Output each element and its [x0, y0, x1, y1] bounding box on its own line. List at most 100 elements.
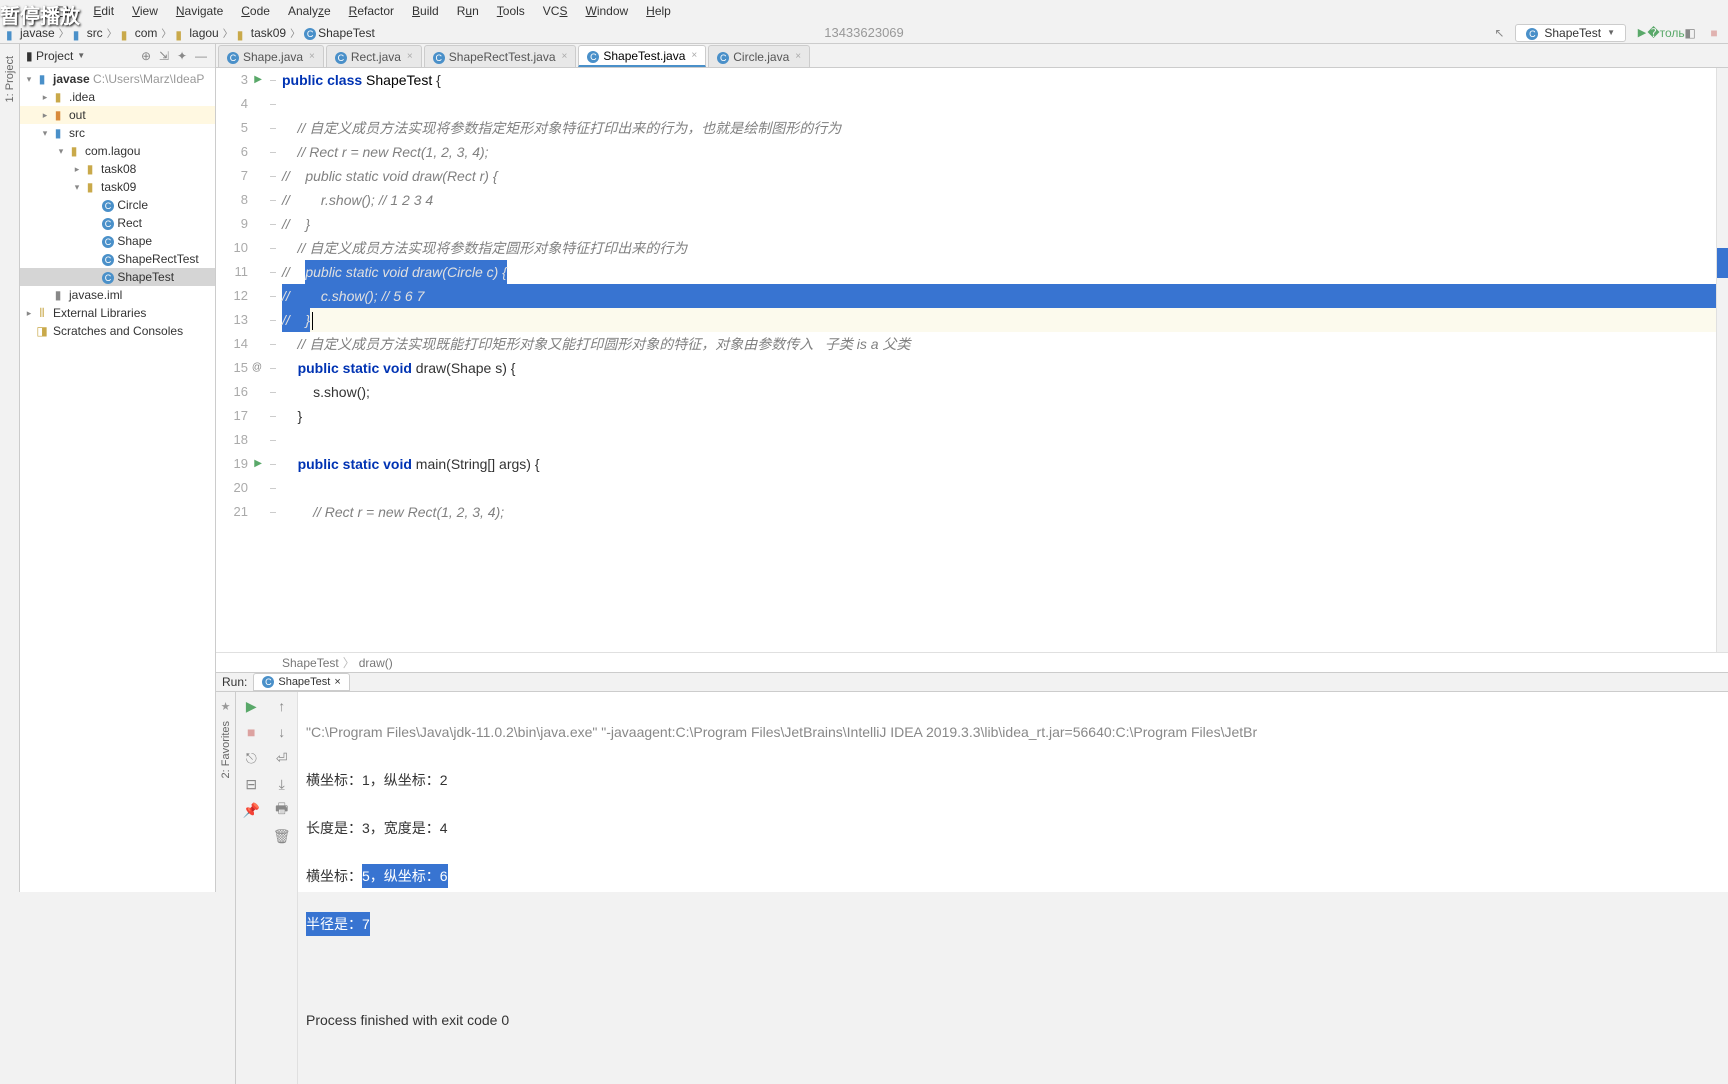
clear-icon[interactable]: 🗑 [272, 826, 292, 846]
tree-folder-idea[interactable]: ▸▮.idea [20, 88, 215, 106]
tree-root[interactable]: ▾▮ javase C:\Users\Marz\IdeaP [20, 70, 215, 88]
menu-navigate[interactable]: Navigate [168, 2, 231, 20]
close-icon[interactable]: × [334, 676, 340, 688]
editor-area: Shape.java× Rect.java× ShapeRectTest.jav… [216, 44, 1728, 672]
menu-help[interactable]: Help [638, 2, 679, 20]
close-icon[interactable]: × [309, 51, 315, 62]
tree-package[interactable]: ▾▮com.lagou [20, 142, 215, 160]
chevron-down-icon: ▼ [77, 51, 85, 60]
close-icon[interactable]: × [562, 51, 568, 62]
fold-column[interactable] [266, 68, 278, 652]
class-icon [227, 50, 239, 64]
collapse-all-icon[interactable]: ⇲ [159, 49, 173, 63]
tree-class-shaperecttest[interactable]: ShapeRectTest [20, 250, 215, 268]
project-view-selector[interactable]: ▮ Project [26, 49, 73, 63]
run-session-tab[interactable]: ShapeTest × [253, 673, 349, 691]
dump-threads-icon[interactable]: ⎋ [241, 748, 261, 768]
run-class-gutter-icon[interactable]: ▶ [254, 68, 262, 92]
menu-view[interactable]: View [124, 2, 166, 20]
navigation-bar: ▮ javase〉 ▮ src〉 ▮ com〉 ▮ lagou〉 ▮ task0… [0, 22, 1728, 44]
scroll-end-icon[interactable]: ⤓ [272, 774, 292, 794]
tree-folder-src[interactable]: ▾▮src [20, 124, 215, 142]
crumb-item[interactable]: ShapeTest [282, 656, 339, 670]
stop-button[interactable]: ■ [241, 722, 261, 742]
tree-scratches[interactable]: ◨Scratches and Consoles [20, 322, 215, 340]
run-tab-bar: Run: ShapeTest × [216, 673, 1728, 692]
editor-breadcrumb: ShapeTest 〉 draw() [216, 652, 1728, 672]
debug-button[interactable]: �толь [1658, 25, 1674, 41]
console-line: 横坐标：1，纵坐标：2 [306, 768, 1720, 792]
crumb-item[interactable]: draw() [359, 656, 393, 670]
select-opened-file-icon[interactable]: ⊕ [141, 49, 155, 63]
toolbar-right: ↖ ShapeTest ▼ ▶ �толь ◧ ■ [1491, 24, 1722, 42]
down-icon[interactable]: ↓ [272, 722, 292, 742]
menu-analyze[interactable]: Analyze [280, 2, 339, 20]
main-menu-bar: File Edit View Navigate Code Analyze Ref… [0, 0, 1728, 22]
menu-edit[interactable]: Edit [85, 2, 122, 20]
editor-gutter[interactable]: 3▶ 4 5 6 7 8 9 10 11 12 13 14 15@ 16 17 … [216, 68, 266, 652]
overlay-watermark: 暂停播放 [0, 0, 80, 29]
editor-tab-active[interactable]: ShapeTest.java× [578, 45, 706, 67]
code-editor[interactable]: public class ShapeTest { // 自定义成员方法实现将参数… [278, 68, 1716, 652]
menu-vcs[interactable]: VCS [535, 2, 576, 20]
back-icon[interactable]: ↖ [1491, 25, 1507, 41]
tree-class-shapetest[interactable]: ShapeTest [20, 268, 215, 286]
override-gutter-icon[interactable]: @ [252, 356, 262, 380]
hide-icon[interactable]: — [195, 49, 209, 63]
settings-icon[interactable]: ✦ [177, 49, 191, 63]
coverage-button[interactable]: ◧ [1682, 25, 1698, 41]
class-icon [304, 26, 316, 40]
editor-tab[interactable]: Shape.java× [218, 45, 324, 67]
breadcrumb-item[interactable]: lagou [189, 26, 218, 40]
breadcrumb-item[interactable]: src [87, 26, 103, 40]
breadcrumb-item[interactable]: com [135, 26, 158, 40]
tree-class-shape[interactable]: Shape [20, 232, 215, 250]
editor-tab[interactable]: Rect.java× [326, 45, 422, 67]
print-icon[interactable]: 🖶 [272, 800, 292, 820]
console-line: 横坐标：5，纵坐标：6 [306, 864, 1720, 888]
tree-folder-out[interactable]: ▸▮out [20, 106, 215, 124]
menu-build[interactable]: Build [404, 2, 447, 20]
favorites-label[interactable]: 2: Favorites [220, 721, 232, 778]
menu-tools[interactable]: Tools [489, 2, 533, 20]
run-configuration-selector[interactable]: ShapeTest ▼ [1515, 24, 1626, 42]
rerun-button[interactable]: ▶ [241, 696, 261, 716]
run-label: Run: [222, 675, 247, 689]
run-config-name: ShapeTest [1544, 26, 1601, 40]
favorites-tool-button[interactable]: ★ [221, 700, 231, 713]
up-icon[interactable]: ↑ [272, 696, 292, 716]
menu-run[interactable]: Run [449, 2, 487, 20]
console-output[interactable]: "C:\Program Files\Java\jdk-11.0.2\bin\ja… [298, 692, 1728, 1084]
editor-tab[interactable]: Circle.java× [708, 45, 810, 67]
tree-external-libraries[interactable]: ▸⫴External Libraries [20, 304, 215, 322]
tree-iml-file[interactable]: ▮javase.iml [20, 286, 215, 304]
editor-tab[interactable]: ShapeRectTest.java× [424, 45, 577, 67]
tree-class-rect[interactable]: Rect [20, 214, 215, 232]
project-tool-window: ▮ Project ▼ ⊕ ⇲ ✦ — ▾▮ javase C:\Users\M… [20, 44, 216, 892]
left-tool-stripe-bottom: ★ 2: Favorites [216, 692, 236, 1084]
tree-folder-task09[interactable]: ▾▮task09 [20, 178, 215, 196]
editor-body[interactable]: 3▶ 4 5 6 7 8 9 10 11 12 13 14 15@ 16 17 … [216, 68, 1728, 652]
folder-icon: ▮ [237, 28, 249, 38]
menu-refactor[interactable]: Refactor [341, 2, 402, 20]
stop-button[interactable]: ■ [1706, 25, 1722, 41]
breadcrumb-item[interactable]: task09 [251, 26, 286, 40]
close-icon[interactable]: × [407, 51, 413, 62]
soft-wrap-icon[interactable]: ⏎ [272, 748, 292, 768]
project-tool-button[interactable]: 1: Project [4, 52, 16, 106]
menu-window[interactable]: Window [577, 2, 636, 20]
tree-class-circle[interactable]: Circle [20, 196, 215, 214]
chevron-down-icon: ▼ [1607, 28, 1615, 37]
run-method-gutter-icon[interactable]: ▶ [254, 452, 262, 476]
tree-folder-task08[interactable]: ▸▮task08 [20, 160, 215, 178]
close-icon[interactable]: × [691, 50, 697, 61]
breadcrumb-item[interactable]: ShapeTest [318, 26, 375, 40]
layout-icon[interactable]: ⊟ [241, 774, 261, 794]
pin-icon[interactable]: 📌 [241, 800, 261, 820]
error-stripe[interactable] [1716, 68, 1728, 652]
project-tree[interactable]: ▾▮ javase C:\Users\Marz\IdeaP ▸▮.idea ▸▮… [20, 68, 215, 892]
class-icon [717, 50, 729, 64]
close-icon[interactable]: × [795, 51, 801, 62]
class-icon [433, 50, 445, 64]
menu-code[interactable]: Code [233, 2, 278, 20]
